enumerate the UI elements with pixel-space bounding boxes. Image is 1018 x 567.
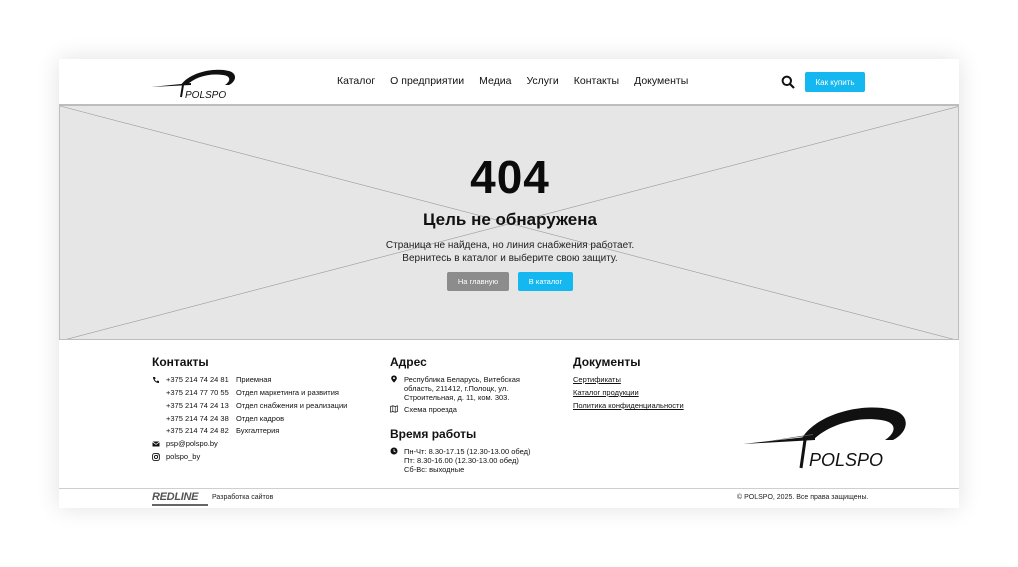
- polspo-footer-logo: POLSPO: [743, 407, 906, 470]
- error-text-line-1: Страница не найдена, но линия снабжения …: [385, 240, 635, 251]
- address-line: Республика Беларусь, Витебская: [404, 375, 520, 384]
- search-icon[interactable]: [781, 75, 795, 89]
- nav-about[interactable]: О предприятии: [390, 75, 464, 87]
- email-link[interactable]: psp@polspo.by: [166, 439, 218, 448]
- phone-department: Приемная: [236, 375, 272, 384]
- phone-row[interactable]: +375 214 74 24 38 Отдел кадров: [166, 414, 284, 423]
- site-header: POLSPO Каталог О предприятии Медиа Услуг…: [59, 59, 959, 105]
- privacy-policy-link[interactable]: Политика конфиденциальности: [573, 401, 684, 410]
- phone-department: Отдел снабжения и реализации: [236, 401, 348, 410]
- hours-text: Пн-Чт: 8.30-17.15 (12.30-13.00 обед) Пт:…: [404, 447, 530, 474]
- home-button[interactable]: На главную: [447, 272, 509, 291]
- phone-department: Отдел маркетинга и развития: [236, 388, 339, 397]
- phone-number: +375 214 74 24 38: [166, 414, 229, 423]
- error-hero: 404 Цель не обнаружена Страница не найде…: [59, 105, 959, 340]
- certificates-link[interactable]: Сертификаты: [573, 375, 621, 384]
- redline-underline: [152, 504, 208, 506]
- developer-text[interactable]: Разработка сайтов: [212, 494, 273, 501]
- address-line: Строительная, д. 11, ком. 303.: [404, 393, 510, 402]
- phone-icon: [153, 377, 159, 383]
- redline-logo[interactable]: REDLINE: [152, 491, 198, 503]
- phone-row[interactable]: +375 214 74 24 81 Приемная: [166, 375, 271, 384]
- nav-media[interactable]: Медиа: [479, 75, 511, 87]
- logo-text: POLSPO: [185, 90, 226, 101]
- how-to-buy-button[interactable]: Как купить: [805, 72, 865, 92]
- error-text-line-2: Вернитесь в каталог и выберите свою защи…: [402, 253, 618, 264]
- map-icon: [390, 405, 398, 413]
- hours-line: Сб-Вс: выходные: [404, 465, 465, 474]
- phone-department: Бухгалтерия: [236, 426, 280, 435]
- hours-line: Пт: 8.30-16.00 (12.30-13.00 обед): [404, 456, 519, 465]
- phone-row[interactable]: +375 214 74 24 13 Отдел снабжения и реал…: [166, 401, 347, 410]
- copyright: © POLSPO, 2025. Все права защищены.: [737, 494, 869, 501]
- phone-row[interactable]: +375 214 74 24 82 Бухгалтерия: [166, 426, 279, 435]
- hours-line: Пн-Чт: 8.30-17.15 (12.30-13.00 обед): [404, 447, 531, 456]
- phone-number: +375 214 74 24 13: [166, 401, 229, 410]
- nav-contacts[interactable]: Контакты: [574, 75, 619, 87]
- address-text: Республика Беларусь, Витебская область, …: [404, 375, 520, 402]
- phone-department: Отдел кадров: [236, 414, 285, 423]
- phone-number: +375 214 74 24 81: [166, 375, 229, 384]
- site-footer: Контакты +375 214 74 24 81 Приемная +375…: [59, 340, 959, 488]
- error-description: Страница не найдена, но линия снабжения …: [60, 239, 958, 265]
- nav-catalog[interactable]: Каталог: [337, 75, 375, 87]
- product-catalog-link[interactable]: Каталог продукции: [573, 388, 639, 397]
- email-icon: [152, 441, 160, 447]
- polspo-logo[interactable]: POLSPO: [151, 63, 241, 101]
- error-title: Цель не обнаружена: [423, 210, 597, 229]
- catalog-button[interactable]: В каталог: [518, 272, 573, 291]
- main-nav: Каталог О предприятии Медиа Услуги Конта…: [337, 75, 703, 87]
- phone-number: +375 214 77 70 55: [166, 388, 229, 397]
- nav-documents[interactable]: Документы: [634, 75, 688, 87]
- instagram-link[interactable]: polspo_by: [166, 452, 200, 461]
- documents-heading: Документы: [573, 355, 641, 369]
- contacts-heading: Контакты: [152, 355, 209, 369]
- phone-row[interactable]: +375 214 77 70 55 Отдел маркетинга и раз…: [166, 388, 339, 397]
- location-pin-icon: [391, 375, 397, 383]
- error-code: 404: [470, 151, 550, 203]
- clock-icon: [390, 447, 398, 455]
- address-line: область, 211412, г.Полоцк, ул.: [404, 384, 509, 393]
- hours-heading: Время работы: [390, 427, 477, 441]
- phone-number: +375 214 74 24 82: [166, 426, 229, 435]
- map-directions-link[interactable]: Схема проезда: [404, 405, 457, 414]
- nav-services[interactable]: Услуги: [526, 75, 558, 87]
- page-frame: POLSPO Каталог О предприятии Медиа Услуг…: [59, 59, 959, 508]
- footer-logo-text: POLSPO: [809, 450, 883, 470]
- instagram-icon[interactable]: [152, 453, 160, 461]
- bottom-bar: REDLINE Разработка сайтов © POLSPO, 2025…: [59, 488, 959, 508]
- address-heading: Адрес: [390, 355, 427, 369]
